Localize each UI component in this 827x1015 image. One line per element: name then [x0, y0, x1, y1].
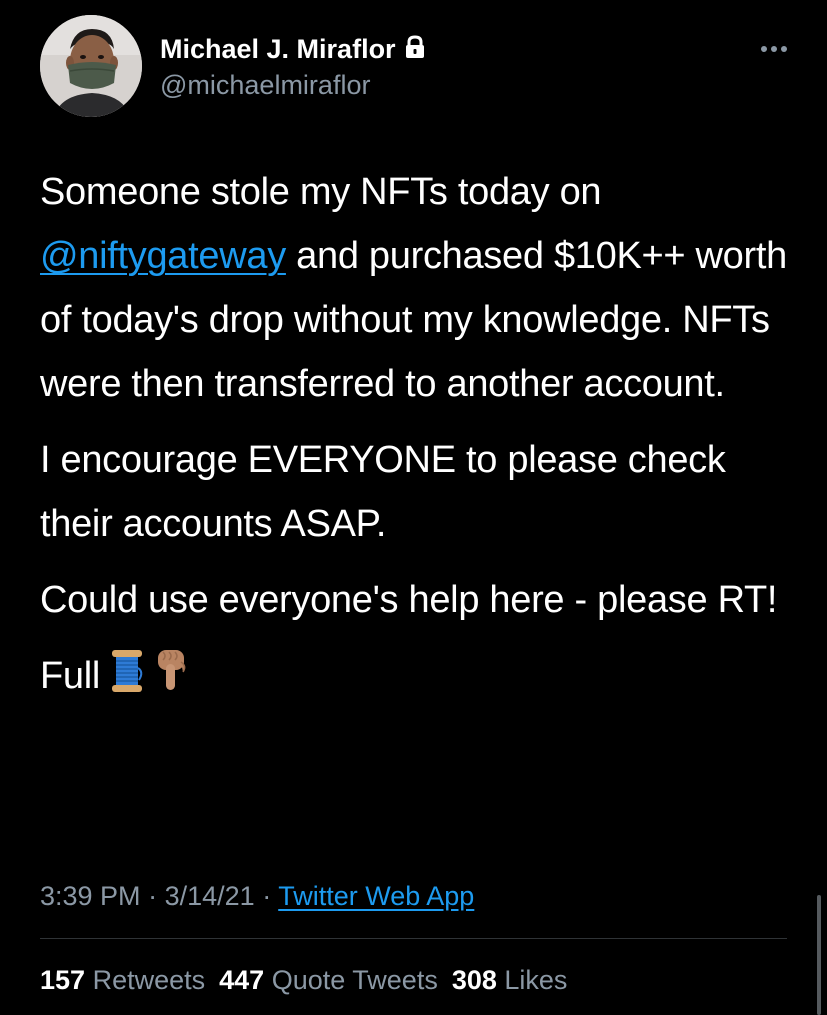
lock-icon [402, 34, 428, 68]
pointing-down-hand-emoji [154, 648, 190, 714]
tweet-meta: 3:39 PM · 3/14/21 · Twitter Web App [40, 876, 474, 916]
meta-separator: · [262, 881, 272, 911]
likes-count: 308 [451, 965, 497, 995]
more-options-icon[interactable] [747, 39, 787, 59]
tweet-paragraph: I encourage EVERYONE to please check the… [40, 439, 726, 545]
tweet-source-link[interactable]: Twitter Web App [278, 881, 474, 911]
tweet-time[interactable]: 3:39 PM [40, 881, 141, 911]
avatar-face-icon [40, 15, 142, 117]
retweets-label: Retweets [92, 965, 206, 995]
tweet-stats: 157 Retweets 447 Quote Tweets 308 Likes [40, 960, 581, 1000]
divider [40, 938, 787, 939]
retweets-count: 157 [40, 965, 86, 995]
avatar[interactable] [40, 15, 142, 117]
quote-tweets-label: Quote Tweets [271, 965, 438, 995]
author-name-row[interactable]: Michael J. Miraflor [160, 32, 428, 68]
meta-separator: · [148, 881, 158, 911]
retweets-stat[interactable]: 157 Retweets [40, 965, 219, 995]
tweet-header: Michael J. Miraflor @michaelmiraflor [40, 15, 787, 117]
quote-tweets-stat[interactable]: 447 Quote Tweets [219, 965, 452, 995]
tweet-paragraph: Full [40, 644, 800, 714]
tweet-text: Someone stole my NFTs today on @niftygat… [40, 160, 800, 726]
tweet-text-segment: Full [40, 655, 101, 697]
author-handle[interactable]: @michaelmiraflor [160, 68, 428, 102]
tweet-paragraph: Someone stole my NFTs today on @niftygat… [40, 160, 800, 416]
mention-link[interactable]: @niftygateway [40, 235, 286, 277]
author-block: Michael J. Miraflor @michaelmiraflor [160, 32, 428, 102]
tweet-text-segment: Someone stole my NFTs today on [40, 171, 602, 213]
scrollbar[interactable] [817, 895, 821, 1015]
likes-stat[interactable]: 308 Likes [452, 965, 582, 995]
likes-label: Likes [504, 965, 568, 995]
tweet-paragraph: Could use everyone's help here - please … [40, 579, 778, 621]
quote-tweets-count: 447 [219, 965, 265, 995]
author-display-name[interactable]: Michael J. Miraflor [160, 34, 396, 64]
spool-of-thread-emoji [108, 648, 146, 714]
tweet-date[interactable]: 3/14/21 [165, 881, 255, 911]
